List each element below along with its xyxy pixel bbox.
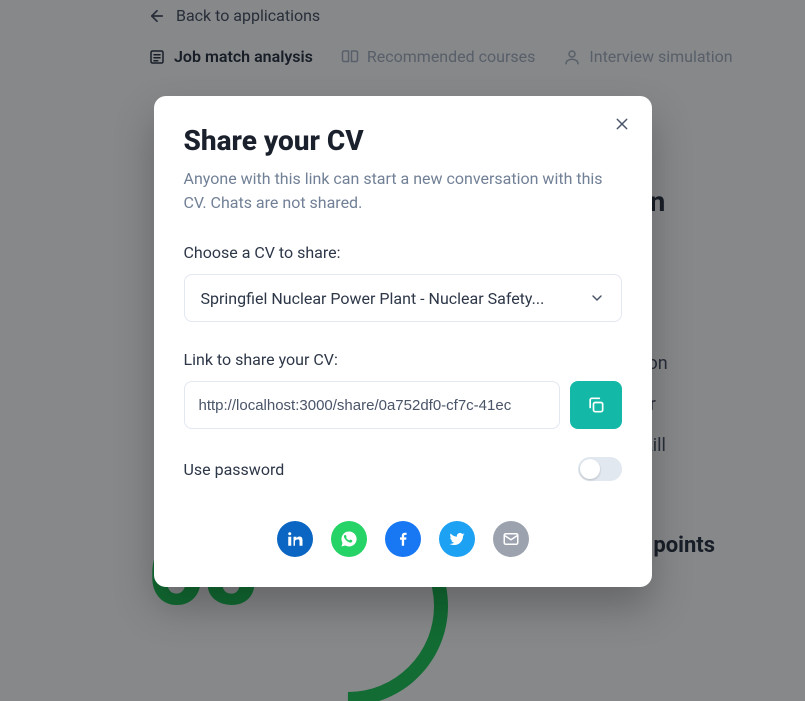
cv-select-value: Springfiel Nuclear Power Plant - Nuclear… [201,289,545,308]
twitter-icon [448,530,466,548]
share-twitter[interactable] [439,521,475,557]
share-link-input[interactable] [184,381,560,429]
share-link-label: Link to share your CV: [184,350,622,369]
chevron-down-icon [589,290,605,306]
email-icon [502,530,520,548]
modal-overlay[interactable]: Share your CV Anyone with this link can … [0,0,805,701]
cv-select[interactable]: Springfiel Nuclear Power Plant - Nuclear… [184,274,622,322]
share-whatsapp[interactable] [331,521,367,557]
modal-subtitle: Anyone with this link can start a new co… [184,167,622,215]
facebook-icon [394,530,412,548]
share-cv-modal: Share your CV Anyone with this link can … [154,96,652,587]
whatsapp-icon [340,530,358,548]
share-linkedin[interactable] [277,521,313,557]
password-label: Use password [184,460,285,479]
close-button[interactable] [610,112,634,136]
copy-button[interactable] [570,381,622,429]
share-email[interactable] [493,521,529,557]
copy-icon [586,395,606,415]
share-facebook[interactable] [385,521,421,557]
choose-cv-label: Choose a CV to share: [184,243,622,262]
password-toggle[interactable] [578,457,622,481]
linkedin-icon [286,530,304,548]
modal-title: Share your CV [184,124,622,157]
